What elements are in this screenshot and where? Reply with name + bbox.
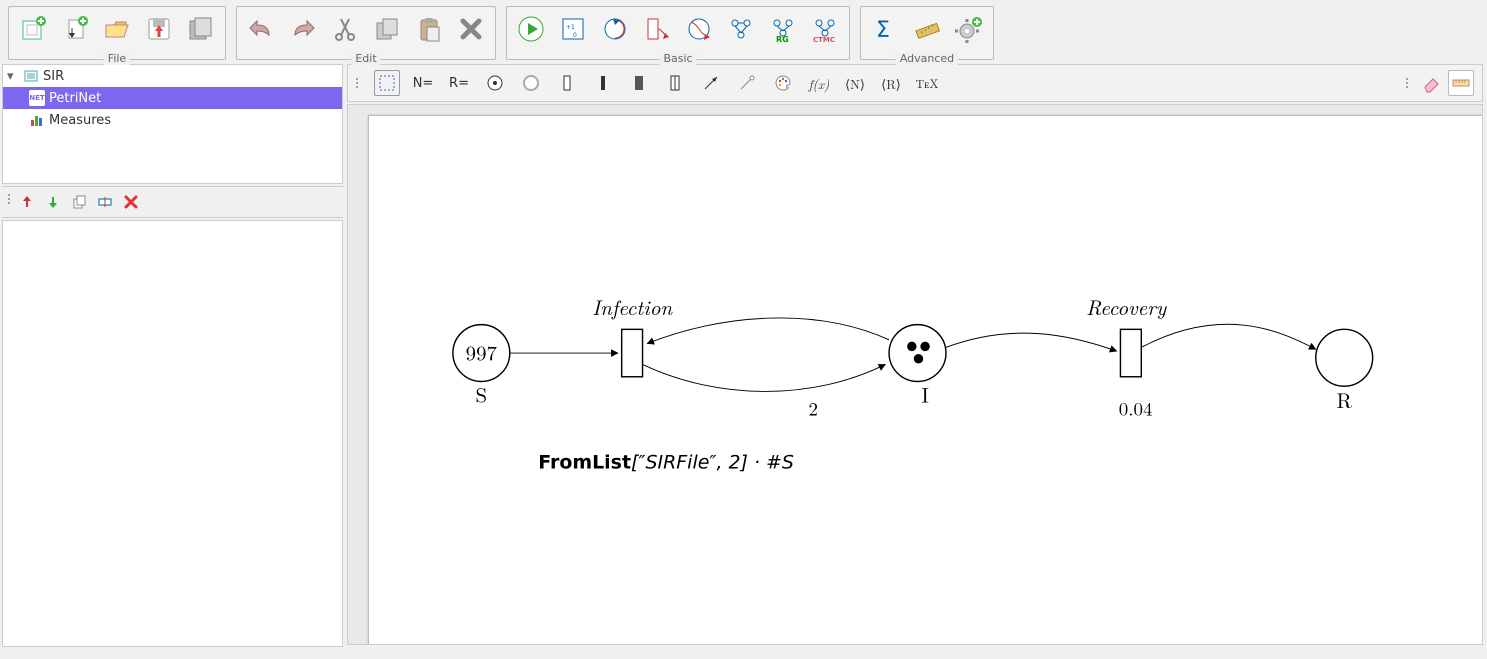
save-all-button[interactable] <box>185 13 217 45</box>
transition-recovery-rate: 0.04 <box>1119 396 1153 422</box>
select-tool-button[interactable] <box>374 70 400 96</box>
play-button[interactable] <box>515 13 547 45</box>
tree-item-measures-label: Measures <box>49 113 111 128</box>
eraser-button[interactable] <box>1418 70 1444 96</box>
remove-button[interactable] <box>120 191 142 213</box>
tree-item-measures[interactable]: Measures <box>3 109 342 131</box>
editor-toolbar: N= R= ƒ(x) ⟨N⟩ ⟨R⟩ TᴇX <box>347 64 1483 102</box>
arc-recovery-r[interactable] <box>1141 324 1315 349</box>
left-column: ▾ SIR NET PetriNet Measures <box>0 60 345 649</box>
gear-plus-button[interactable] <box>953 13 985 45</box>
net-icon: NET <box>29 90 45 106</box>
tex-button[interactable]: TᴇX <box>914 70 940 96</box>
tree-item-petrinet-label: PetriNet <box>49 91 101 106</box>
color-palette-button[interactable] <box>770 70 796 96</box>
svg-text:0: 0 <box>573 32 577 39</box>
transition-infection[interactable]: Infection <box>592 293 673 377</box>
toolbar-group-basic: +10 RG CTMC Basic <box>506 6 850 60</box>
place-s-tokens: 997 <box>466 338 498 368</box>
duplicate-button[interactable] <box>68 191 90 213</box>
property-pane <box>2 220 343 647</box>
tree-root-sir[interactable]: ▾ SIR <box>3 65 342 87</box>
new-petri-net-button[interactable] <box>17 13 49 45</box>
inhibitor-arc-button[interactable] <box>734 70 760 96</box>
paste-button[interactable] <box>413 13 445 45</box>
transition-infection-label: Infection <box>592 293 673 322</box>
arc-infection-i-weight: 2 <box>808 396 817 422</box>
real-const-button[interactable]: R= <box>446 70 472 96</box>
svg-text:Σ: Σ <box>876 18 890 43</box>
arc-tool-button[interactable] <box>698 70 724 96</box>
place-s[interactable]: 997 S <box>453 325 510 410</box>
collapse-icon[interactable]: ▾ <box>7 69 19 84</box>
unfold-button[interactable] <box>599 13 631 45</box>
tree-toolbar <box>2 186 343 218</box>
invariants-button[interactable] <box>641 13 673 45</box>
svg-text:+1: +1 <box>566 24 575 31</box>
imm-transition-button[interactable] <box>590 70 616 96</box>
ctmc-button[interactable]: CTMC <box>809 13 841 45</box>
toolbar-group-basic-label: Basic <box>659 52 696 65</box>
fx-button[interactable]: ƒ(x) <box>806 70 832 96</box>
angle-r-button[interactable]: ⟨R⟩ <box>878 70 904 96</box>
int-const-button[interactable]: N= <box>410 70 436 96</box>
toolbar-group-edit-label: Edit <box>351 52 380 65</box>
cut-button[interactable] <box>329 13 361 45</box>
arc-infection-i[interactable] <box>643 364 886 391</box>
canvas-paper[interactable]: 997 S Infection 2 <box>368 115 1483 645</box>
toolbar-group-file-label: File <box>104 52 130 65</box>
move-down-button[interactable] <box>42 191 64 213</box>
place-r[interactable]: R <box>1316 329 1373 415</box>
transition-recovery-label: Recovery <box>1086 293 1167 322</box>
place-s-label: S <box>476 379 488 409</box>
exp-transition-button[interactable] <box>554 70 580 96</box>
svg-text:RG: RG <box>776 35 789 43</box>
place-r-label: R <box>1337 385 1353 415</box>
barchart-icon <box>29 112 45 128</box>
canvas-viewport[interactable]: 997 S Infection 2 <box>347 104 1483 645</box>
bounds-button[interactable] <box>683 13 715 45</box>
toolbar-group-advanced-label: Advanced <box>896 52 958 65</box>
det-transition-button[interactable] <box>626 70 652 96</box>
measure-tool-button[interactable] <box>911 13 943 45</box>
redo-button[interactable] <box>287 13 319 45</box>
rename-button[interactable] <box>94 191 116 213</box>
place-tool-button[interactable] <box>482 70 508 96</box>
arc-i-infection[interactable] <box>647 318 889 344</box>
angle-n-button[interactable]: ⟨N⟩ <box>842 70 868 96</box>
save-button[interactable] <box>143 13 175 45</box>
transition-recovery[interactable]: Recovery 0.04 <box>1086 293 1167 422</box>
new-page-button[interactable] <box>59 13 91 45</box>
place-i-label: I <box>921 379 929 409</box>
editor-column: N= R= ƒ(x) ⟨N⟩ ⟨R⟩ TᴇX <box>345 60 1487 649</box>
place-i[interactable]: I <box>889 325 946 410</box>
rate-expression[interactable]: FromList[″SIRFile″, 2] · #S <box>538 452 794 474</box>
move-up-button[interactable] <box>16 191 38 213</box>
petri-net-diagram[interactable]: 997 S Infection 2 <box>369 116 1483 645</box>
token-game-button[interactable]: +10 <box>557 13 589 45</box>
project-icon <box>23 68 39 84</box>
place-empty-tool-button[interactable] <box>518 70 544 96</box>
reachability-button[interactable] <box>725 13 757 45</box>
ruler-button[interactable] <box>1448 70 1474 96</box>
toolbar-group-file: File <box>8 6 226 60</box>
toolbar-group-advanced: Σ Advanced <box>860 6 994 60</box>
sigma-button[interactable]: Σ <box>869 13 901 45</box>
tree-root-label: SIR <box>43 69 64 84</box>
toolbar-group-edit: Edit <box>236 6 496 60</box>
tree-item-petrinet[interactable]: NET PetriNet <box>3 87 342 109</box>
gen-transition-button[interactable] <box>662 70 688 96</box>
main-toolbar: File Edit +10 <box>0 0 1487 60</box>
svg-text:CTMC: CTMC <box>813 36 835 43</box>
project-tree[interactable]: ▾ SIR NET PetriNet Measures <box>2 64 343 184</box>
delete-button[interactable] <box>455 13 487 45</box>
open-button[interactable] <box>101 13 133 45</box>
copy-button[interactable] <box>371 13 403 45</box>
arc-i-recovery[interactable] <box>946 333 1117 351</box>
rg-button[interactable]: RG <box>767 13 799 45</box>
undo-button[interactable] <box>245 13 277 45</box>
main-area: ▾ SIR NET PetriNet Measures <box>0 60 1487 649</box>
